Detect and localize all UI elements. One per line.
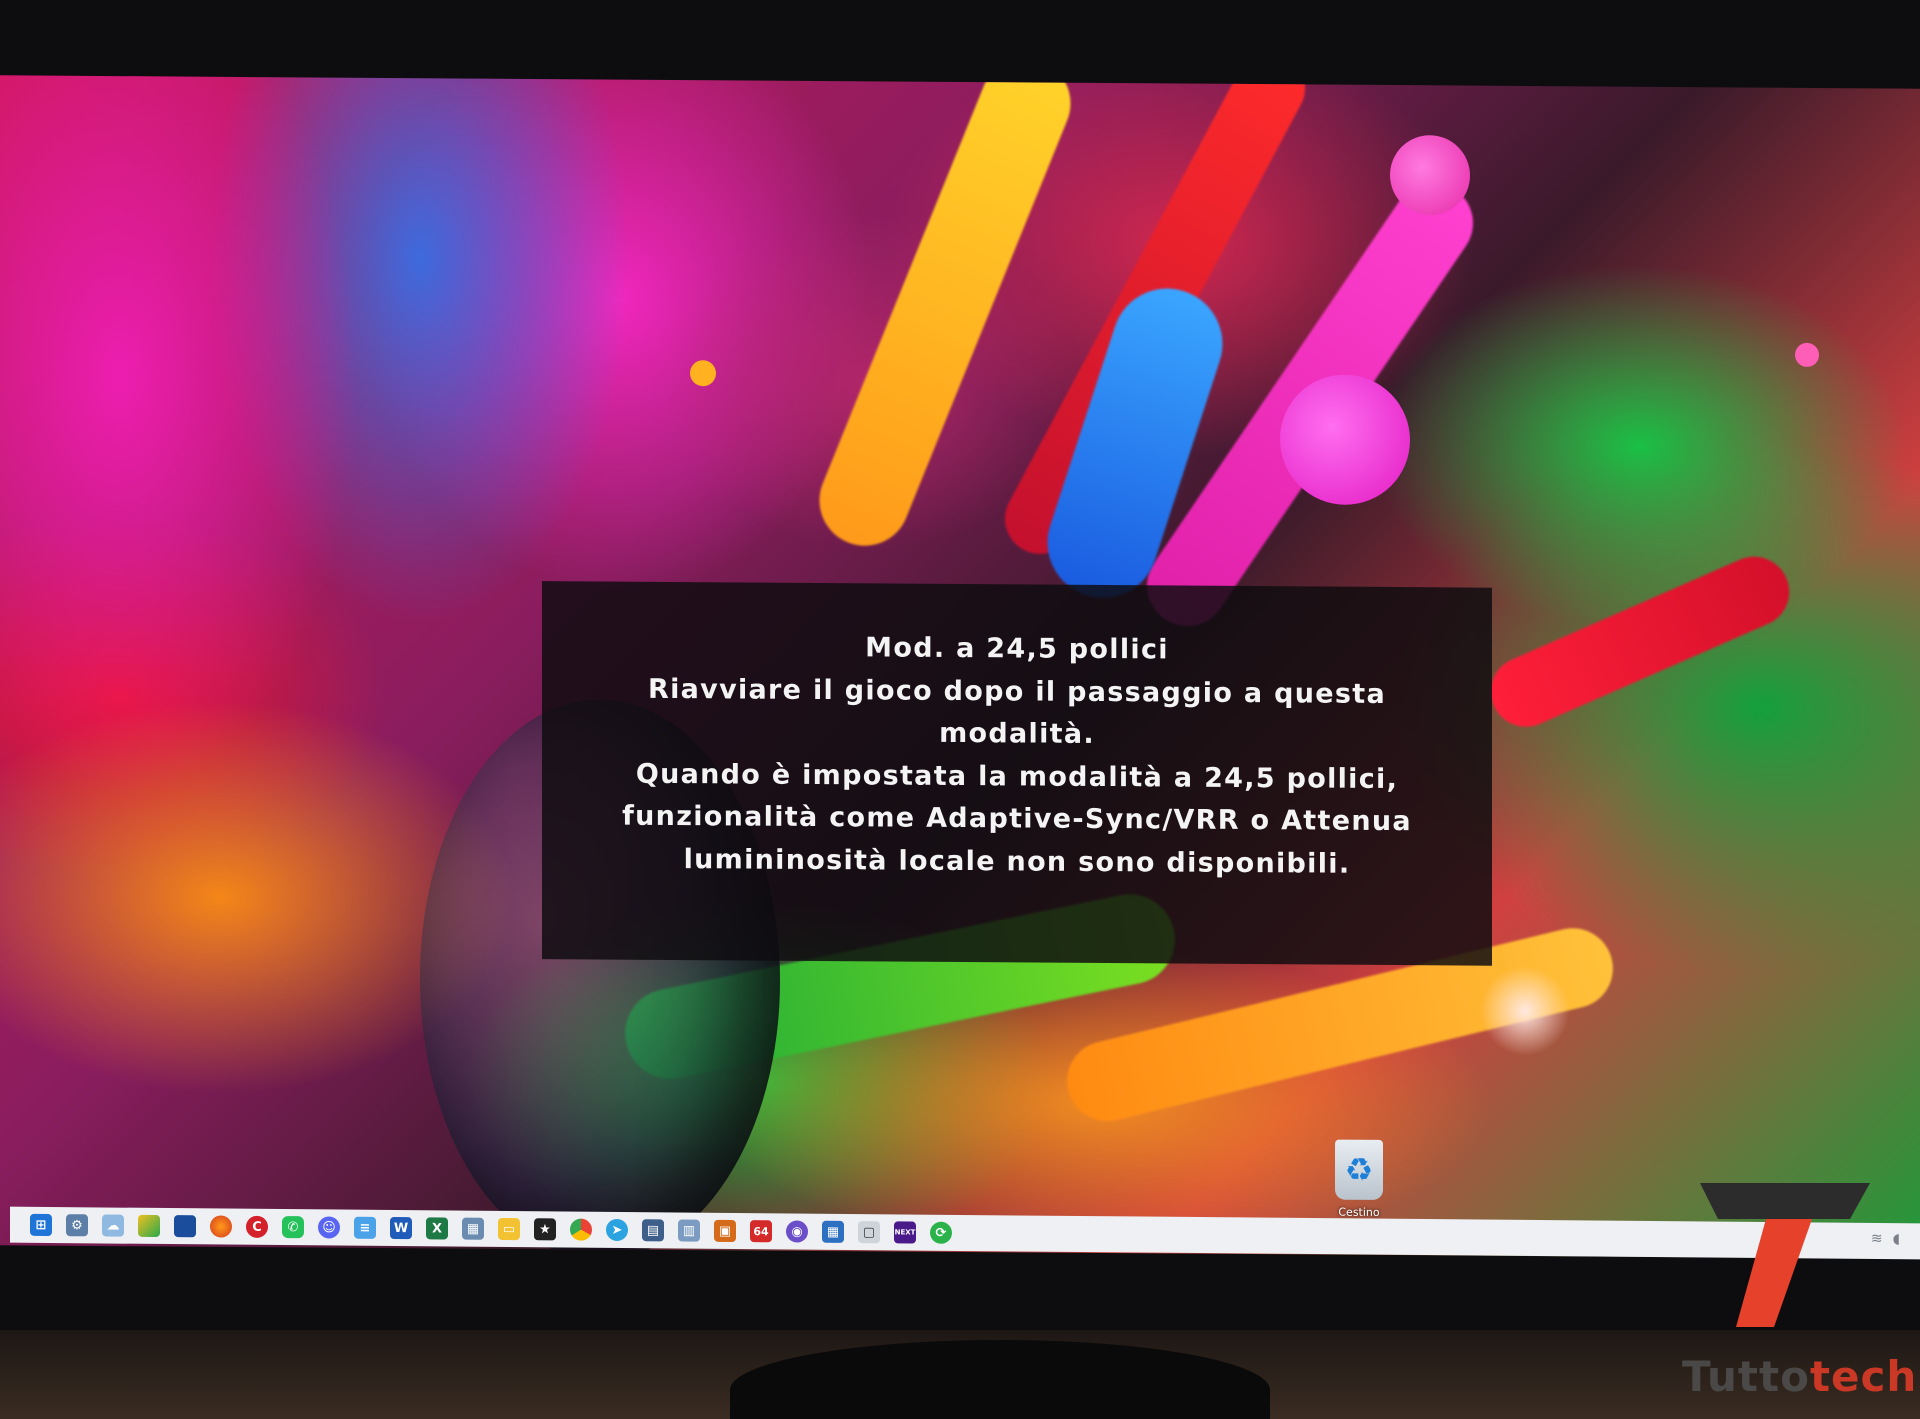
app-icon[interactable]: ▤ — [642, 1219, 664, 1242]
app-icon[interactable]: ▥ — [678, 1219, 700, 1242]
windows-start-icon[interactable]: ⊞ — [30, 1213, 52, 1237]
logo-dark-part — [1700, 1183, 1870, 1219]
ccleaner-icon[interactable]: C — [246, 1215, 268, 1238]
badge-next-icon[interactable]: NEXT — [894, 1221, 916, 1244]
paint-drop-pink-small — [1795, 342, 1819, 367]
excel-icon[interactable]: X — [426, 1217, 448, 1240]
word-icon[interactable]: W — [390, 1216, 412, 1240]
app-icon[interactable] — [174, 1215, 196, 1238]
paint-glow-white — [1480, 965, 1570, 1057]
app-icon[interactable]: ▦ — [822, 1220, 844, 1243]
discord-icon[interactable]: ☺ — [318, 1216, 340, 1239]
badge-64-icon[interactable]: 64 — [750, 1220, 772, 1243]
dialog-line: lumininosità locale non sono disponibili… — [683, 843, 1351, 880]
chrome-icon[interactable] — [570, 1218, 592, 1241]
dialog-line: Quando è impostata la modalità a 24,5 po… — [635, 758, 1399, 795]
recycle-bin-label: Cestino — [1338, 1205, 1380, 1219]
photo: Mod. a 24,5 pollici Riavviare il gioco d… — [0, 0, 1920, 1419]
recycle-bin-icon: ♻ — [1335, 1139, 1383, 1200]
whatsapp-icon[interactable]: ✆ — [282, 1216, 304, 1239]
osd-message-dialog: Mod. a 24,5 pollici Riavviare il gioco d… — [542, 581, 1492, 966]
app-icon[interactable]: ▢ — [858, 1221, 880, 1244]
cloud-icon[interactable]: ☁ — [102, 1214, 124, 1237]
telegram-icon[interactable]: ➤ — [606, 1218, 628, 1242]
watermark-part-1: Tutto — [1682, 1352, 1810, 1401]
paint-streak-red-right — [1479, 545, 1801, 738]
watermark-text: Tuttotech — [1682, 1352, 1917, 1401]
notes-icon[interactable] — [138, 1214, 160, 1237]
volume-icon[interactable]: ◖ — [1893, 1231, 1900, 1247]
dialog-line: funzionalità come Adaptive-Sync/VRR o At… — [622, 800, 1412, 838]
file-explorer-icon[interactable]: ▭ — [498, 1217, 520, 1241]
dialog-title: Mod. a 24,5 pollici — [865, 632, 1169, 666]
media-icon[interactable]: ★ — [534, 1218, 556, 1241]
firefox-icon[interactable] — [210, 1215, 232, 1238]
settings-icon[interactable]: ⚙ — [66, 1214, 88, 1237]
monitor-screen: Mod. a 24,5 pollici Riavviare il gioco d… — [0, 75, 1920, 1259]
dialog-line: modalità. — [939, 717, 1095, 750]
app-icon[interactable]: ▣ — [714, 1219, 736, 1243]
app-icon[interactable]: ⟳ — [930, 1221, 952, 1244]
dialog-line: Riavviare il gioco dopo il passaggio a q… — [648, 673, 1386, 710]
paint-drop-orange — [690, 360, 716, 387]
tuttotech-logo — [1700, 1183, 1870, 1327]
calculator-icon[interactable]: ▦ — [462, 1217, 484, 1240]
notepad-icon[interactable]: ≡ — [354, 1216, 376, 1239]
logo-red-part — [1736, 1219, 1812, 1327]
paint-drop-pink — [1390, 135, 1470, 216]
watermark-part-2: tech — [1809, 1352, 1918, 1401]
paint-drop-magenta — [1280, 374, 1410, 506]
app-icon[interactable]: ◉ — [786, 1220, 808, 1243]
